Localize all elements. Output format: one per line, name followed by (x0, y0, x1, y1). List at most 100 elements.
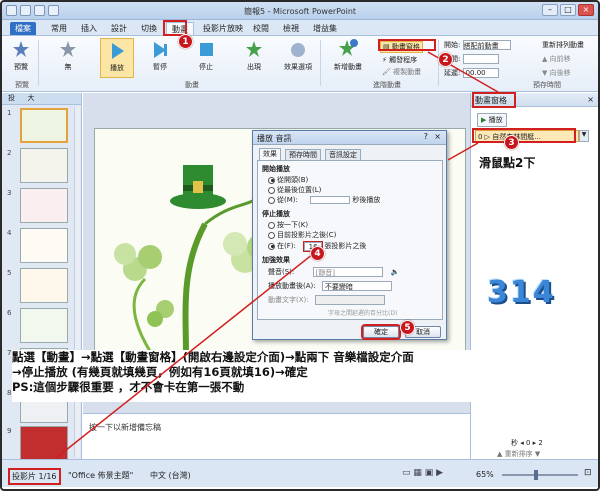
pause-icon (154, 42, 167, 58)
status-bar: 投影片 1/16 "Office 佈景主題" 中文 (台灣) ▭ ▦ ▣ ▶ 6… (2, 459, 598, 487)
language-indicator[interactable]: 中文 (台灣) (150, 470, 191, 481)
animation-pane: 動畫窗格 × ▶ 播放 0 ▷ 自然森林間艇... ▼ 滑鼠點2下 314 秒 … (470, 93, 598, 459)
star-icon (60, 41, 76, 57)
reorder-label: ▲ 重新排序 ▼ (497, 450, 541, 458)
minimize-button[interactable]: – (542, 4, 558, 16)
dialog-title-bar: 播放 音訊 ? × (253, 131, 446, 145)
dialog-tab-timing[interactable]: 預存時間 (285, 149, 321, 160)
zoom-level[interactable]: 65% (476, 470, 494, 479)
animation-pane-button[interactable]: ▤ 動畫窗格 (380, 41, 423, 53)
tab-slides[interactable]: 投 (8, 94, 15, 102)
slide-thumbnail[interactable] (20, 268, 68, 303)
slide-thumbnail[interactable] (20, 426, 68, 461)
stop-playing-heading: 停止播放 (262, 210, 290, 218)
animation-pane-icon: ▤ (383, 43, 390, 51)
zoom-slider-thumb[interactable] (534, 470, 538, 480)
ribbon-tabs: 檔案 常用 插入 設計 切換 動畫 投影片放映 校閱 檢視 增益集 (2, 20, 598, 36)
play-icon: ▶ (481, 116, 487, 124)
radio-from-beginning[interactable]: 從開頭(B) (268, 175, 308, 185)
dialog-ok-button[interactable]: 確定 (361, 324, 401, 340)
effect-options[interactable]: 效果選項 (284, 40, 312, 72)
slide-thumbnail[interactable] (20, 148, 68, 183)
group-advanced-label: 進階動畫 (373, 81, 401, 89)
slide-thumbnail[interactable] (20, 308, 68, 343)
start-playing-heading: 開始播放 (262, 165, 290, 173)
tab-animations[interactable]: 動畫 (166, 22, 194, 35)
duration-input[interactable] (462, 54, 499, 64)
play-icon (112, 43, 124, 59)
effect-play[interactable]: 播放 (100, 38, 134, 78)
from-time-input[interactable] (310, 196, 351, 204)
tab-addins[interactable]: 增益集 (308, 22, 342, 35)
radio-after-current[interactable]: 目前投影片之後(C) (268, 230, 336, 240)
animation-pane-close[interactable]: × (587, 95, 594, 104)
pane-play-button[interactable]: ▶ 播放 (477, 113, 507, 127)
timeline-scale: 秒 ◂ 0 ▸ 2 (511, 439, 543, 447)
effect-stop[interactable]: 停止 (192, 40, 220, 72)
animate-text-select[interactable] (314, 295, 385, 305)
trigger-button[interactable]: ⚡ 觸發程序 (382, 55, 417, 65)
copy-animation-button[interactable]: 🖌 複製動畫 (382, 67, 421, 77)
radio-on-click[interactable]: 按一下(K) (268, 220, 308, 230)
dialog-close-button[interactable]: × (434, 132, 441, 141)
move-later-button[interactable]: ▼ 向後移 (542, 68, 571, 78)
tab-design[interactable]: 設計 (106, 22, 132, 35)
slide-thumbnail[interactable] (20, 188, 68, 223)
tab-home[interactable]: 常用 (46, 22, 72, 35)
slides-panel: 投 大 1 2 3 4 5 6 7 8 9 (2, 93, 82, 461)
start-select[interactable]: 搭配前動畫 (462, 40, 511, 50)
zoom-slider[interactable] (502, 474, 578, 476)
animation-item-dropdown[interactable]: ▼ (579, 130, 589, 142)
dialog-help-button[interactable]: ? (424, 132, 428, 141)
speaker-icon[interactable]: 🔈 (391, 268, 400, 276)
tab-transitions[interactable]: 切換 (136, 22, 162, 35)
step-marker: 5 (400, 320, 415, 335)
delay-input[interactable]: 00.00 (462, 68, 499, 78)
animation-item[interactable]: 0 ▷ 自然森林間艇... (475, 130, 579, 142)
tab-outline[interactable]: 大 (28, 94, 35, 102)
add-animation-button[interactable]: 新增動畫 (332, 38, 364, 72)
slide-thumbnail[interactable] (20, 228, 68, 263)
ribbon: 預覽 無 播放 暫停 停止 出現 效果選項 新增動畫 ▤ 動畫窗格 ⚡ 觸發程序… (2, 36, 598, 92)
sound-select[interactable]: [靜音] (312, 267, 383, 277)
trigger-icon: ⚡ (382, 56, 387, 64)
group-animation-label: 動畫 (185, 81, 199, 89)
delay-between-letters: 字母之間延遲的百分比(D) (328, 310, 398, 317)
notes-pane[interactable]: 按一下以新增備忘稿 (83, 413, 470, 459)
maximize-button[interactable]: □ (560, 4, 576, 16)
instruction-line: PS:這個步驟很重要 ，才不會卡在第一張不動 (12, 380, 245, 394)
view-buttons[interactable]: ▭ ▦ ▣ ▶ (402, 468, 443, 478)
dialog-title: 播放 音訊 (257, 134, 292, 143)
slides-scrollbar[interactable] (74, 107, 80, 457)
tab-slideshow[interactable]: 投影片放映 (198, 22, 248, 35)
preview-button[interactable]: 預覽 (8, 40, 34, 72)
instruction-line: →停止播放 (有幾頁就填幾頁，例如有16頁就填16)→確定 (12, 365, 308, 379)
radio-from-last[interactable]: 從最後位置(L) (268, 185, 321, 195)
effect-pause[interactable]: 暫停 (146, 40, 174, 72)
dialog-tab-audio-settings[interactable]: 音訊設定 (325, 149, 361, 160)
fit-to-window-icon[interactable]: ⊡ (584, 468, 592, 478)
effect-none[interactable]: 無 (54, 40, 82, 72)
tab-review[interactable]: 校閱 (248, 22, 274, 35)
instruction-note: 點選【動畫】→點選【動畫窗格】(開啟右邊設定介面)→點兩下 音樂檔設定介面 →停… (12, 350, 592, 402)
notes-placeholder: 按一下以新增備忘稿 (89, 423, 161, 432)
tab-file[interactable]: 檔案 (10, 22, 36, 35)
tab-insert[interactable]: 插入 (76, 22, 102, 35)
dialog-tab-effect[interactable]: 效果 (259, 148, 281, 160)
theme-name: "Office 佈景主題" (68, 471, 134, 480)
step-marker: 4 (310, 246, 325, 261)
brush-icon: 🖌 (382, 68, 391, 76)
animate-text-row: 動畫文字(X): (268, 295, 385, 305)
sound-row: 聲音(S): [靜音] 🔈 (268, 267, 400, 277)
callout-number-art: 314 (487, 275, 556, 310)
slide-thumbnail[interactable] (20, 108, 68, 143)
tab-view[interactable]: 檢視 (278, 22, 304, 35)
radio-from-time[interactable]: 從(M): 秒後播放 (268, 195, 380, 205)
after-animation-select[interactable]: 不要變暗 (321, 281, 392, 291)
effect-appear[interactable]: 出現 (240, 40, 268, 72)
close-window-button[interactable]: × (578, 4, 594, 16)
window-title: 簡報5 - Microsoft PowerPoint (243, 7, 357, 16)
move-earlier-button[interactable]: ▲ 向前移 (542, 54, 571, 64)
stop-icon (200, 43, 213, 56)
reorder-title: 重新排列動畫 (542, 41, 584, 49)
